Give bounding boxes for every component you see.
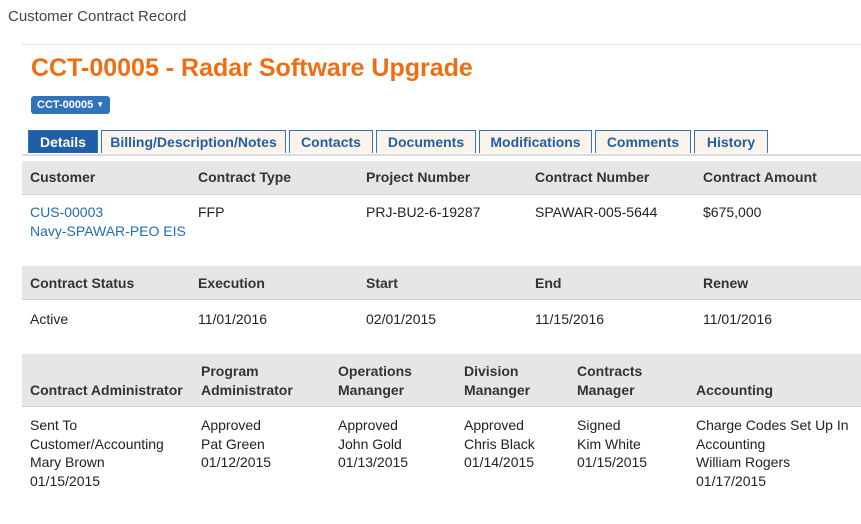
record-id-dropdown-button[interactable]: CCT-00005 ▼ bbox=[31, 96, 111, 114]
value-line: Approved bbox=[464, 417, 524, 433]
value-line: Mary Brown bbox=[30, 454, 105, 470]
value-line: 01/12/2015 bbox=[201, 454, 272, 470]
header-line: Program bbox=[201, 363, 259, 379]
accounting-value: Charge Codes Set Up In Accounting Willia… bbox=[696, 416, 849, 490]
column-header-division-manager: Division Mananger bbox=[464, 362, 530, 399]
column-header-program-administrator: Program Administrator bbox=[201, 362, 293, 399]
contract-status-value: Active bbox=[30, 311, 69, 327]
division-manager-value: Approved Chris Black 01/14/2015 bbox=[464, 416, 535, 472]
column-header-contract-amount: Contract Amount bbox=[703, 169, 817, 185]
column-header-customer: Customer bbox=[30, 169, 96, 185]
start-date-value: 02/01/2015 bbox=[366, 311, 437, 327]
column-header-accounting: Accounting bbox=[696, 362, 773, 399]
header-line: Contracts bbox=[577, 363, 643, 379]
end-date-value: 11/15/2016 bbox=[535, 311, 605, 327]
header-line: Operations bbox=[338, 363, 412, 379]
tab-history[interactable]: History bbox=[694, 130, 768, 153]
column-header-execution: Execution bbox=[198, 275, 265, 291]
tab-details[interactable]: Details bbox=[28, 130, 98, 153]
contract-amount-value: $675,000 bbox=[703, 204, 762, 220]
value-line: John Gold bbox=[338, 435, 402, 452]
contracts-manager-value: Signed Kim White 01/15/2015 bbox=[577, 416, 647, 472]
renew-date-value: 11/01/2016 bbox=[703, 311, 773, 327]
value-line: 01/14/2015 bbox=[464, 454, 535, 470]
tab-label: Modifications bbox=[490, 134, 581, 150]
record-title: CCT-00005 - Radar Software Upgrade bbox=[31, 54, 473, 82]
value-line: 01/15/2015 bbox=[30, 472, 101, 489]
header-line bbox=[30, 362, 183, 381]
tab-documents[interactable]: Documents bbox=[376, 130, 476, 153]
value-line: Kim White bbox=[577, 435, 641, 452]
value-line: William Rogers bbox=[696, 454, 791, 470]
column-header-contracts-manager: Contracts Manager bbox=[577, 362, 642, 399]
column-header-end: End bbox=[535, 275, 562, 291]
caret-down-icon: ▼ bbox=[96, 100, 105, 109]
value-line: Chris Black bbox=[464, 435, 535, 452]
tab-contacts[interactable]: Contacts bbox=[289, 130, 373, 153]
execution-date-value: 11/01/2016 bbox=[198, 311, 268, 327]
value-line: 01/13/2015 bbox=[338, 454, 409, 470]
value-line: Customer/Accounting bbox=[30, 435, 164, 452]
header-underline bbox=[22, 299, 861, 300]
tab-label: Documents bbox=[387, 134, 465, 150]
header-line: Administrator bbox=[201, 381, 293, 398]
column-header-contract-number: Contract Number bbox=[535, 169, 650, 185]
customer-link[interactable]: CUS-00003 Navy-SPAWAR-PEO EIS bbox=[30, 203, 186, 240]
column-header-contract-status: Contract Status bbox=[30, 275, 135, 291]
contract-type-value: FFP bbox=[198, 204, 225, 220]
header-line: Mananger bbox=[464, 381, 531, 398]
value-line: 01/15/2015 bbox=[577, 454, 648, 470]
column-header-contract-type: Contract Type bbox=[198, 169, 292, 185]
tabs-divider bbox=[22, 154, 861, 156]
value-line: Approved bbox=[201, 417, 261, 433]
column-header-operations-manager: Operations Mananger bbox=[338, 362, 412, 399]
header-line bbox=[696, 362, 773, 381]
tab-label: Comments bbox=[606, 134, 680, 150]
contract-number-value: SPAWAR-005-5644 bbox=[535, 204, 658, 220]
value-line: Pat Green bbox=[201, 435, 265, 452]
customer-name-link[interactable]: Navy-SPAWAR-PEO EIS bbox=[30, 222, 186, 241]
tab-label: History bbox=[706, 134, 756, 150]
value-line: Signed bbox=[577, 417, 621, 433]
column-header-renew: Renew bbox=[703, 275, 749, 291]
header-divider bbox=[22, 44, 861, 45]
column-header-start: Start bbox=[366, 275, 398, 291]
header-line: Contract Administrator bbox=[30, 381, 183, 398]
program-administrator-value: Approved Pat Green 01/12/2015 bbox=[201, 416, 271, 472]
tab-label: Contacts bbox=[301, 134, 361, 150]
operations-manager-value: Approved John Gold 01/13/2015 bbox=[338, 416, 408, 472]
contract-administrator-value: Sent To Customer/Accounting Mary Brown 0… bbox=[30, 416, 164, 490]
value-line: Accounting bbox=[696, 435, 766, 452]
header-underline bbox=[22, 406, 861, 407]
app-title: Customer Contract Record bbox=[8, 8, 187, 25]
tab-billing-description-notes[interactable]: Billing/Description/Notes bbox=[101, 130, 286, 153]
tab-label: Billing/Description/Notes bbox=[110, 134, 277, 150]
header-underline bbox=[22, 194, 861, 195]
header-line: Division bbox=[464, 363, 519, 379]
header-line: Accounting bbox=[696, 381, 773, 398]
project-number-value: PRJ-BU2-6-19287 bbox=[366, 204, 481, 220]
tab-modifications[interactable]: Modifications bbox=[479, 130, 592, 153]
value-line: 01/17/2015 bbox=[696, 472, 767, 489]
column-header-project-number: Project Number bbox=[366, 169, 471, 185]
customer-id-link[interactable]: CUS-00003 bbox=[30, 203, 186, 222]
header-line: Manager bbox=[577, 381, 635, 398]
column-header-contract-administrator: Contract Administrator bbox=[30, 362, 183, 399]
record-id-label: CCT-00005 bbox=[37, 99, 94, 111]
value-line: Charge Codes Set Up In bbox=[696, 417, 849, 433]
header-line: Mananger bbox=[338, 381, 405, 398]
tab-comments[interactable]: Comments bbox=[595, 130, 691, 153]
value-line: Sent To bbox=[30, 417, 78, 433]
value-line: Approved bbox=[338, 417, 398, 433]
tab-label: Details bbox=[40, 134, 86, 150]
